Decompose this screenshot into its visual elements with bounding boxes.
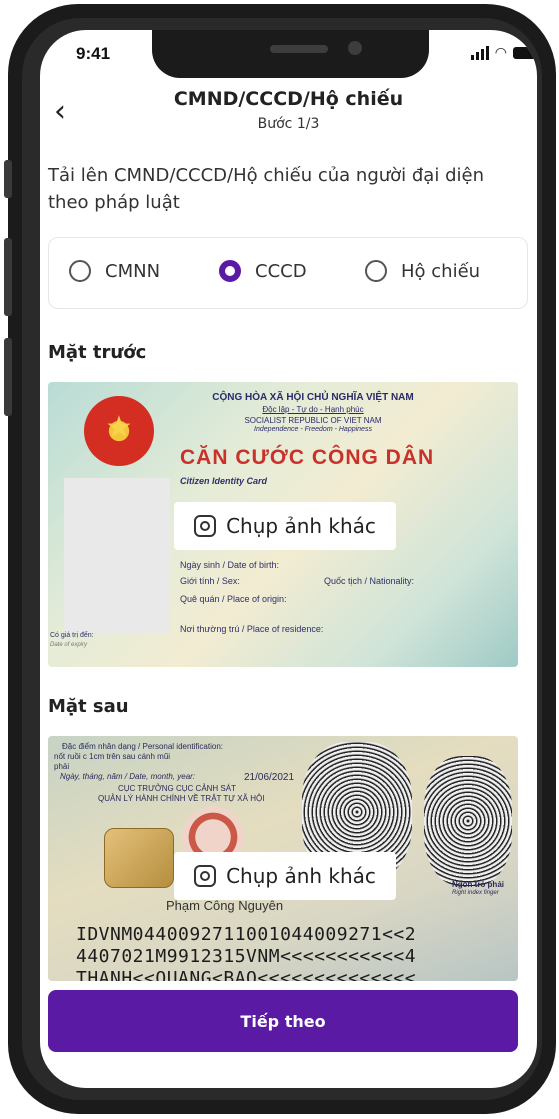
card-nationality: Quốc tịch / Nationality: — [324, 576, 415, 586]
mrz-line-1: IDVNM0440092711001044009271<<2 — [76, 924, 417, 945]
right-fingerprint — [424, 756, 512, 886]
card-motto-en: Independence - Freedom - Happiness — [254, 426, 372, 433]
retake-label: Chụp ảnh khác — [226, 514, 376, 538]
card-republic-en: SOCIALIST REPUBLIC OF VIET NAM — [244, 416, 382, 425]
wifi-icon: ◠ — [494, 45, 507, 61]
card-sex: Giới tính / Sex: — [180, 576, 240, 586]
radio-cccd[interactable]: CCCD — [219, 260, 307, 282]
instruction-text: Tải lên CMND/CCCD/Hộ chiếu của người đại… — [48, 165, 484, 213]
card-chip — [104, 828, 174, 888]
status-time: 9:41 — [76, 44, 111, 63]
next-button[interactable]: Tiếp theo — [48, 990, 518, 1052]
camera-icon — [194, 865, 217, 887]
radio-label: CMNN — [105, 260, 161, 282]
card-ident-value: nốt ruồi c 1cm trên sau cánh mũi — [54, 752, 171, 761]
mute-switch — [4, 160, 12, 198]
volume-down-button — [4, 338, 12, 416]
retake-label: Chụp ảnh khác — [226, 864, 376, 888]
card-expiry: Có giá trị đến: — [50, 632, 94, 639]
id-card-back-image[interactable]: Đặc điểm nhân dạng / Personal identifica… — [48, 736, 518, 981]
volume-up-button — [4, 238, 12, 316]
radio-label: CCCD — [255, 260, 307, 282]
notch — [152, 30, 429, 78]
card-motto: Độc lập - Tự do - Hạnh phúc — [262, 405, 364, 414]
card-expiry-en: Date of expiry — [50, 642, 88, 648]
card-date-label: Ngày, tháng, năm / Date, month, year: — [60, 772, 196, 781]
card-issuer2: QUẢN LÝ HÀNH CHÍNH VỀ TRẬT TỰ XÃ HỘI — [98, 794, 265, 803]
retake-back-button[interactable]: Chụp ảnh khác — [174, 852, 396, 900]
doc-type-selector: CMNN CCCD Hộ chiếu — [48, 237, 528, 309]
signal-icon — [470, 46, 489, 60]
card-title: CĂN CƯỚC CÔNG DÂN — [180, 446, 435, 469]
app-screen: 9:41 ◠ ‹ CMND/CCCD/Hộ chiếu Bước 1/3 Tải… — [40, 30, 537, 1088]
mrz-line-3: THANH<<QUANG<BAO<<<<<<<<<<<<<< — [76, 968, 417, 981]
back-section-title: Mặt sau — [48, 696, 129, 717]
retake-front-button[interactable]: Chụp ảnh khác — [174, 502, 396, 550]
radio-label: Hộ chiếu — [401, 260, 481, 282]
radio-ho-chieu[interactable]: Hộ chiếu — [365, 260, 480, 282]
card-date-value: 21/06/2021 — [244, 772, 295, 783]
card-issuer1: CỤC TRƯỞNG CỤC CẢNH SÁT — [118, 784, 236, 793]
portrait-placeholder — [64, 478, 170, 633]
battery-icon — [513, 47, 537, 59]
radio-circle-selected — [219, 260, 241, 282]
step-indicator: Bước 1/3 — [257, 116, 320, 132]
radio-circle — [69, 260, 91, 282]
radio-cmnn[interactable]: CMNN — [69, 260, 160, 282]
front-section-title: Mặt trước — [48, 342, 147, 363]
radio-circle — [365, 260, 387, 282]
front-camera — [348, 41, 362, 55]
card-origin: Quê quán / Place of origin: — [180, 594, 287, 604]
card-residence: Nơi thường trú / Place of residence: — [180, 624, 324, 634]
card-signer: Phạm Công Nguyên — [166, 898, 284, 913]
card-republic: CỘNG HÒA XÃ HỘI CHỦ NGHĨA VIỆT NAM — [212, 392, 414, 403]
card-ident-label: Đặc điểm nhân dạng / Personal identifica… — [62, 742, 223, 751]
card-title-en: Citizen Identity Card — [180, 476, 268, 486]
status-icons: ◠ — [470, 45, 537, 61]
card-right-index: Ngón trỏ phải — [452, 880, 504, 889]
card-right-index-en: Right index finger — [452, 890, 499, 896]
id-card-front-image[interactable]: CỘNG HÒA XÃ HỘI CHỦ NGHĨA VIỆT NAM Độc l… — [48, 382, 518, 667]
card-ident-value2: phải — [54, 762, 70, 771]
card-dob: Ngày sinh / Date of birth: — [180, 560, 280, 570]
page-title: CMND/CCCD/Hộ chiếu — [173, 88, 404, 110]
camera-icon — [194, 515, 217, 537]
speaker — [270, 45, 328, 53]
mrz-line-2: 4407021M9912315VNM<<<<<<<<<<<4 — [76, 946, 417, 967]
national-emblem-icon — [84, 396, 154, 466]
